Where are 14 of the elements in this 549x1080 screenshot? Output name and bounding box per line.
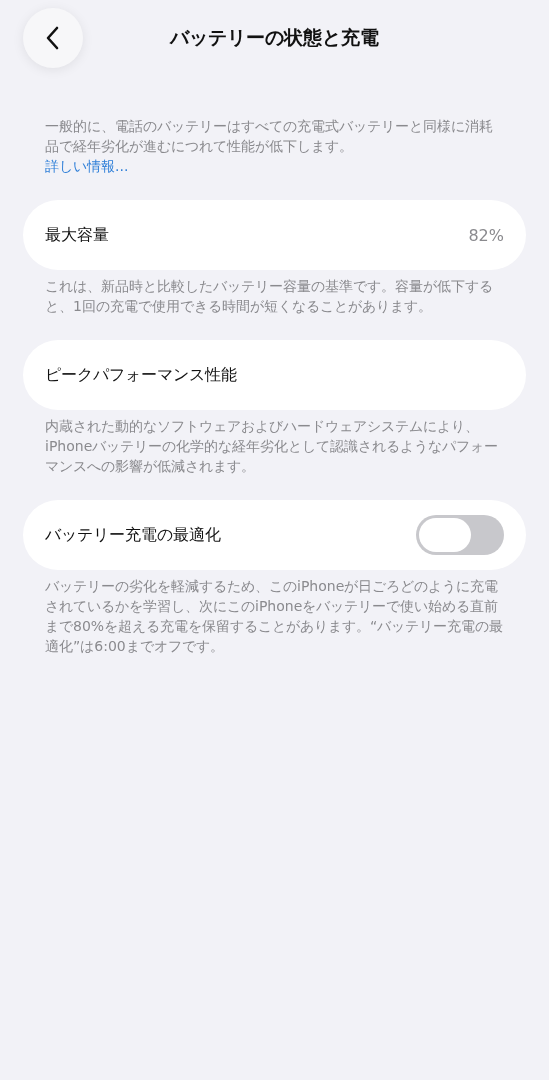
section-footer-text: これは、新品時と比較したバッテリー容量の基準です。容量が低下すると、1回の充電で使用できる時間が短くなることがあります。: [45, 277, 494, 316]
learn-more-link[interactable]: 詳しい情報...: [45, 156, 129, 176]
intro-text: 一般的に、電話のバッテリーはすべての充電式バッテリーと同様に消耗品で経年劣化が進むにつれて性能が低下します。: [45, 117, 494, 156]
settings-row[interactable]: ピークパフォーマンス性能: [23, 340, 526, 410]
toggle-switch[interactable]: [416, 515, 504, 555]
section-footer-text: バッテリーの劣化を軽減するため、このiPhoneが日ごろどのように充電されているかを学習し、次にこのiPhoneをバッテリーで使い始める直前まで80%を超える充電を保留することがあります。“バッテリー充電の最適化”は6:00までオフです。: [45, 577, 505, 656]
row-value: 82%: [468, 225, 504, 245]
settings-row[interactable]: 最大容量 82%: [23, 200, 526, 270]
row-label: バッテリー充電の最適化: [45, 524, 221, 546]
back-chevron-icon: [46, 26, 60, 50]
row-label: 最大容量: [45, 224, 109, 246]
row-label: ピークパフォーマンス性能: [45, 364, 237, 386]
page-title: バッテリーの状態と充電: [170, 25, 379, 50]
section-footer-text: 内蔵された動的なソフトウェアおよびハードウェアシステムにより、iPhoneバッテリーの化学的な経年劣化として認識されるようなパフォーマンスへの影響が低減されます。: [45, 417, 500, 476]
